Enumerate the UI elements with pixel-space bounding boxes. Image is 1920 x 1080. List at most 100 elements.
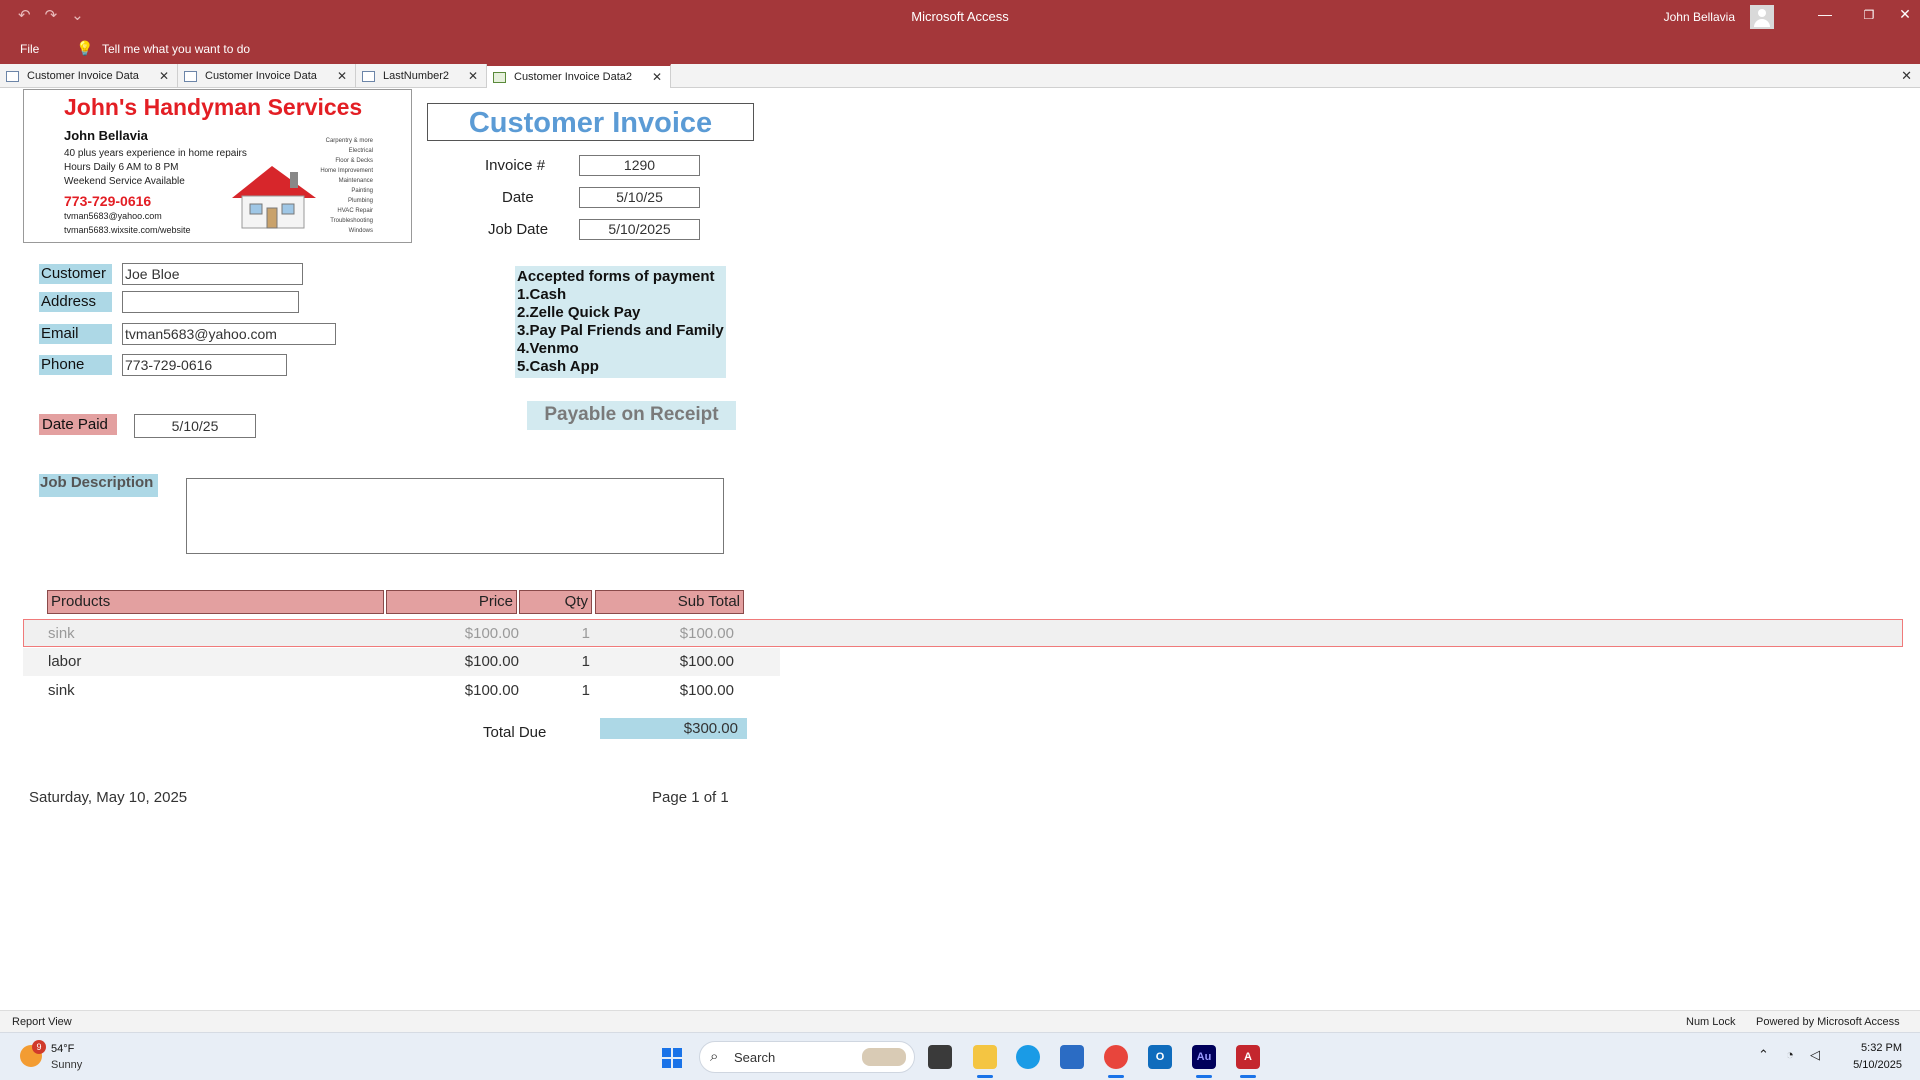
payment-method: 2.Zelle Quick Pay: [517, 304, 641, 321]
tab-lastnumber2[interactable]: LastNumber2 ✕: [356, 64, 487, 88]
qty-cell: 1: [581, 625, 590, 642]
outlook-icon[interactable]: O: [1148, 1045, 1172, 1069]
column-header-subtotal: Sub Total: [595, 590, 744, 614]
tab-label: Customer Invoice Data2: [514, 71, 632, 83]
business-services-list: Carpentry & more Electrical Floor & Deck…: [320, 138, 373, 234]
user-avatar-icon[interactable]: [1750, 5, 1774, 29]
business-line: Hours Daily 6 AM to 8 PM: [64, 162, 179, 173]
total-due-field[interactable]: $300.00: [600, 718, 747, 739]
search-placeholder: Search: [734, 1050, 776, 1065]
invoice-title-box: Customer Invoice: [427, 103, 754, 141]
date-field[interactable]: 5/10/25: [579, 187, 700, 208]
job-description-field[interactable]: [186, 478, 724, 554]
view-indicator: Report View: [12, 1016, 72, 1028]
phone-field[interactable]: 773-729-0616: [122, 354, 287, 376]
taskbar: 9 54°F Sunny ⌕ Search O Au A ⌃ ◔ ◁ 5:32 …: [0, 1032, 1920, 1080]
business-phone: 773-729-0616: [64, 193, 152, 209]
qty-cell: 1: [581, 682, 590, 699]
restore-button[interactable]: ❐: [1854, 8, 1884, 22]
customer-field[interactable]: Joe Bloe: [122, 263, 303, 285]
status-bar: Report View Num Lock Powered by Microsof…: [0, 1010, 1920, 1032]
close-tab-icon[interactable]: ✕: [337, 69, 347, 83]
weather-temperature[interactable]: 54°F: [51, 1043, 74, 1055]
report-footer-date: Saturday, May 10, 2025: [29, 789, 188, 806]
price-cell: $100.00: [464, 653, 519, 670]
minimize-button[interactable]: —: [1810, 6, 1840, 22]
tab-customer-invoice-data-table[interactable]: Customer Invoice Data ✕: [178, 64, 356, 88]
audition-icon[interactable]: Au: [1192, 1045, 1216, 1078]
subtotal-cell: $100.00: [679, 682, 734, 699]
tab-label: LastNumber2: [383, 70, 450, 82]
tab-customer-invoice-data2[interactable]: Customer Invoice Data2 ✕: [487, 64, 671, 88]
payment-heading: Accepted forms of payment: [517, 268, 715, 285]
address-field[interactable]: [122, 291, 299, 313]
search-icon: ⌕: [710, 1048, 719, 1065]
subtotal-cell: $100.00: [679, 625, 734, 642]
powered-by-label: Powered by Microsoft Access: [1756, 1016, 1900, 1028]
payment-method: 4.Venmo: [517, 340, 579, 357]
invoice-number-label: Invoice #: [485, 157, 546, 174]
invoice-number-field[interactable]: 1290: [579, 155, 700, 176]
weather-condition[interactable]: Sunny: [51, 1059, 82, 1071]
email-label: Email: [39, 324, 112, 344]
chrome-icon[interactable]: [1104, 1045, 1128, 1078]
business-card-image: John's Handyman Services John Bellavia 4…: [23, 89, 412, 243]
task-view-icon[interactable]: [928, 1045, 952, 1069]
taskbar-search[interactable]: ⌕ Search: [699, 1041, 915, 1073]
price-cell: $100.00: [464, 625, 519, 642]
user-name[interactable]: John Bellavia: [1664, 10, 1735, 24]
tell-me-search[interactable]: Tell me what you want to do: [102, 42, 250, 56]
close-document-icon[interactable]: ✕: [1901, 68, 1912, 84]
document-tabs: Customer Invoice Data ✕ Customer Invoice…: [0, 64, 1920, 88]
business-line: 40 plus years experience in home repairs: [64, 148, 247, 159]
table-row[interactable]: labor $100.00 1 $100.00: [23, 648, 780, 676]
tab-label: Customer Invoice Data: [27, 70, 139, 82]
close-window-button[interactable]: ✕: [1890, 6, 1920, 23]
title-bar: ↶ ↷ ⌄ Microsoft Access John Bellavia — ❐…: [0, 0, 1920, 34]
search-highlight-image: [862, 1048, 906, 1066]
price-cell: $100.00: [464, 682, 519, 699]
product-cell: sink: [48, 625, 75, 642]
weather-badge: 9: [32, 1040, 46, 1054]
access-icon[interactable]: A: [1236, 1045, 1260, 1078]
lightbulb-icon[interactable]: 💡: [76, 40, 93, 57]
show-hidden-icons-icon[interactable]: ⌃: [1758, 1047, 1769, 1063]
tab-customer-invoice-data-form[interactable]: Customer Invoice Data ✕: [0, 64, 178, 88]
app-title: Microsoft Access: [911, 9, 1009, 24]
close-tab-icon[interactable]: ✕: [159, 69, 169, 83]
email-field[interactable]: tvman5683@yahoo.com: [122, 323, 336, 345]
file-menu[interactable]: File: [20, 42, 39, 56]
address-label: Address: [39, 292, 112, 312]
table-row[interactable]: sink $100.00 1 $100.00: [23, 677, 780, 705]
report-icon: [493, 71, 506, 83]
clock-date[interactable]: 5/10/2025: [1853, 1059, 1902, 1071]
ribbon: File 💡 Tell me what you want to do: [0, 34, 1920, 64]
date-paid-label: Date Paid: [39, 414, 117, 435]
table-row[interactable]: sink $100.00 1 $100.00: [23, 619, 1903, 647]
wifi-icon[interactable]: ◔: [1786, 1047, 1794, 1062]
close-tab-icon[interactable]: ✕: [468, 69, 478, 83]
close-tab-icon[interactable]: ✕: [652, 70, 662, 84]
business-website: tvman5683.wixsite.com/website: [64, 225, 191, 235]
subtotal-cell: $100.00: [679, 653, 734, 670]
store-icon[interactable]: [1060, 1045, 1084, 1069]
business-name: John's Handyman Services: [64, 94, 363, 120]
phone-label: Phone: [39, 355, 112, 375]
date-paid-field[interactable]: 5/10/25: [134, 414, 256, 438]
start-button[interactable]: [662, 1048, 682, 1068]
clock-time[interactable]: 5:32 PM: [1861, 1042, 1902, 1054]
product-cell: sink: [48, 682, 75, 699]
job-date-field[interactable]: 5/10/2025: [579, 219, 700, 240]
column-header-price: Price: [386, 590, 517, 614]
volume-icon[interactable]: ◁: [1810, 1047, 1820, 1063]
payable-on-receipt-label: Payable on Receipt: [527, 401, 736, 430]
customer-label: Customer: [39, 264, 112, 284]
business-owner: John Bellavia: [64, 128, 148, 143]
table-icon: [184, 70, 197, 82]
column-header-qty: Qty: [519, 590, 592, 614]
payment-methods-box: Accepted forms of payment 1.Cash 2.Zelle…: [515, 266, 726, 378]
business-line: Weekend Service Available: [64, 176, 185, 187]
edge-icon[interactable]: [1016, 1045, 1040, 1069]
file-explorer-icon[interactable]: [973, 1045, 997, 1078]
job-date-label: Job Date: [488, 221, 549, 238]
